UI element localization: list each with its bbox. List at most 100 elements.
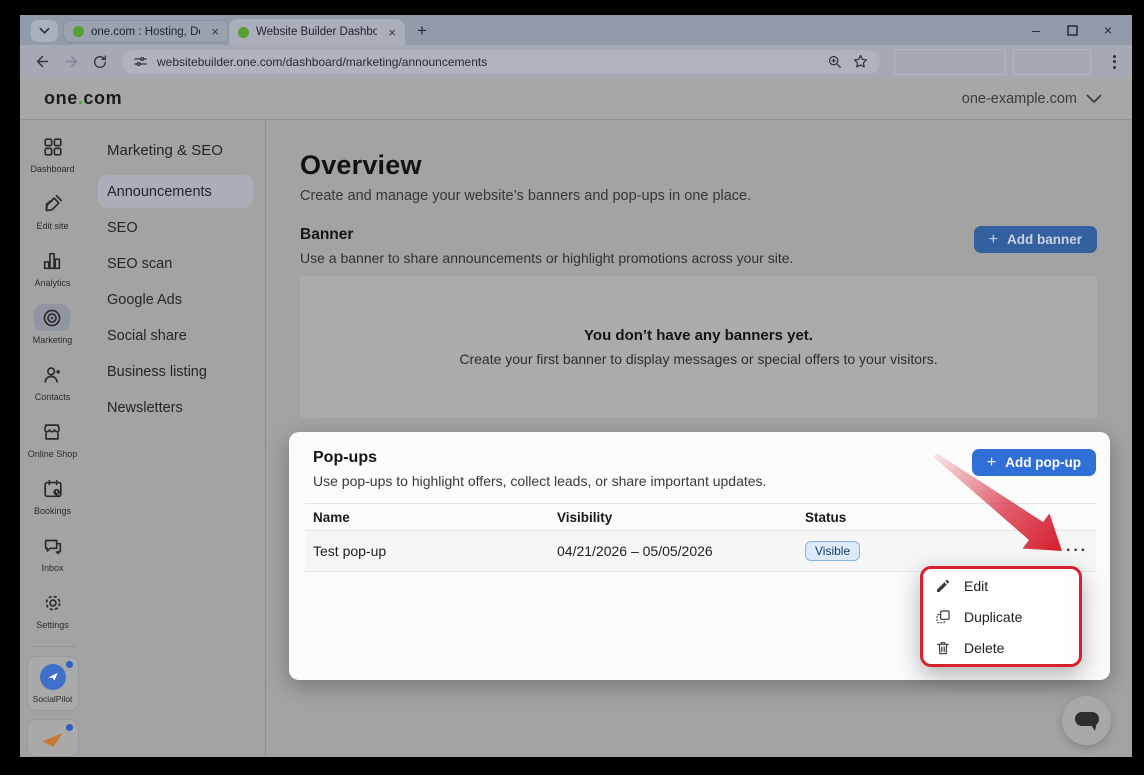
domain-selector[interactable]: one-example.com bbox=[962, 91, 1102, 107]
sidebar-item-label: Bookings bbox=[34, 506, 71, 516]
page-body: Dashboard Edit site Analytics Marketing … bbox=[20, 120, 1132, 757]
notification-dot bbox=[66, 661, 73, 668]
tab-close-icon[interactable]: × bbox=[211, 24, 219, 39]
tab-one-com-hosting[interactable]: one.com : Hosting, Domain, Em × bbox=[63, 20, 229, 43]
tab-close-icon[interactable]: × bbox=[388, 25, 396, 40]
menu-item-label: Duplicate bbox=[964, 609, 1022, 625]
plus-icon: + bbox=[987, 454, 996, 472]
banner-section-header: Banner Use a banner to share announcemen… bbox=[300, 226, 1097, 266]
browser-toolbar: websitebuilder.one.com/dashboard/marketi… bbox=[20, 45, 1132, 78]
trash-icon bbox=[935, 640, 951, 656]
sidebar-item-contacts[interactable]: Contacts bbox=[35, 361, 71, 402]
settings-gear-icon bbox=[42, 592, 64, 614]
subnav-item-newsletters[interactable]: Newsletters bbox=[98, 391, 253, 424]
subnav-item-business-listing[interactable]: Business listing bbox=[98, 355, 253, 388]
contacts-icon bbox=[42, 364, 64, 386]
forward-button[interactable] bbox=[59, 50, 83, 74]
add-popup-button[interactable]: + Add pop-up bbox=[972, 449, 1096, 476]
site-settings-icon bbox=[133, 54, 148, 69]
menu-item-label: Edit bbox=[964, 578, 988, 594]
marketing-active-highlight bbox=[34, 304, 70, 331]
maximize-button[interactable] bbox=[1054, 15, 1090, 45]
subnav-item-social-share[interactable]: Social share bbox=[98, 319, 253, 352]
row-actions-menu-button[interactable]: ··· bbox=[1066, 542, 1096, 560]
table-header-row: Name Visibility Status bbox=[305, 503, 1096, 531]
chevron-down-icon bbox=[39, 27, 50, 35]
browser-window: one.com : Hosting, Domain, Em × Website … bbox=[20, 15, 1132, 757]
sidebar-item-online-shop[interactable]: Online Shop bbox=[28, 418, 78, 459]
sidebar-divider bbox=[30, 646, 76, 647]
subnav-item-seo[interactable]: SEO bbox=[98, 211, 253, 244]
address-bar[interactable]: websitebuilder.one.com/dashboard/marketi… bbox=[122, 50, 880, 74]
browser-menu-button[interactable] bbox=[1107, 51, 1122, 73]
close-button[interactable]: × bbox=[1090, 15, 1126, 45]
maximize-icon bbox=[1067, 25, 1078, 36]
zoom-icon[interactable] bbox=[827, 54, 843, 70]
tab-label: one.com : Hosting, Domain, Em bbox=[91, 26, 200, 38]
tab-website-builder-dashboard[interactable]: Website Builder Dashboard × bbox=[229, 19, 405, 45]
secondary-sidebar: Marketing & SEO Announcements SEO SEO sc… bbox=[85, 120, 266, 757]
dashboard-icon bbox=[42, 136, 64, 158]
sidebar-item-bookings[interactable]: Bookings bbox=[34, 475, 71, 516]
site-header: one.com one-example.com bbox=[20, 78, 1132, 120]
duplicate-icon bbox=[935, 609, 951, 625]
banner-empty-state: You don’t have any banners yet. Create y… bbox=[300, 276, 1097, 418]
edit-site-icon bbox=[42, 193, 64, 215]
browser-tab-bar: one.com : Hosting, Domain, Em × Website … bbox=[20, 15, 1132, 45]
page-title: Overview bbox=[300, 150, 1097, 181]
sidebar-item-label: Online Shop bbox=[28, 449, 78, 459]
banner-heading: Banner bbox=[300, 226, 793, 244]
reload-button[interactable] bbox=[88, 50, 112, 74]
row-actions-context-menu: Edit Duplicate Delete bbox=[920, 566, 1082, 667]
column-header-status: Status bbox=[805, 510, 1096, 525]
popups-table: Name Visibility Status Test pop-up 04/21… bbox=[305, 503, 1096, 572]
tab-search-button[interactable] bbox=[31, 20, 58, 42]
popups-heading: Pop-ups bbox=[313, 449, 766, 467]
logo-text: one bbox=[44, 88, 78, 108]
sidebar-item-socialpilot[interactable]: SocialPilot bbox=[27, 656, 79, 711]
socialpilot-logo-icon bbox=[40, 664, 66, 690]
sidebar-item-label: Edit site bbox=[36, 221, 68, 231]
sidebar-item-label: SocialPilot bbox=[33, 694, 73, 704]
primary-sidebar: Dashboard Edit site Analytics Marketing … bbox=[20, 120, 85, 757]
menu-item-label: Delete bbox=[964, 640, 1004, 656]
pencil-icon bbox=[935, 578, 951, 594]
bookmark-star-icon[interactable] bbox=[852, 53, 869, 70]
page-subtitle: Create and manage your website’s banners… bbox=[300, 188, 1097, 204]
popup-visibility-dates: 04/21/2026 – 05/05/2026 bbox=[557, 543, 805, 559]
marketing-icon bbox=[41, 307, 63, 329]
inbox-icon bbox=[42, 535, 64, 557]
menu-item-edit[interactable]: Edit bbox=[923, 570, 1079, 601]
plus-icon: + bbox=[989, 231, 998, 249]
add-banner-button[interactable]: + Add banner bbox=[974, 226, 1097, 253]
reload-icon bbox=[92, 54, 108, 70]
sidebar-item-edit-site[interactable]: Edit site bbox=[35, 190, 71, 231]
sidebar-item-label: Dashboard bbox=[30, 164, 74, 174]
sidebar-item-analytics[interactable]: Analytics bbox=[34, 247, 70, 288]
minimize-button[interactable]: – bbox=[1018, 15, 1054, 45]
menu-item-delete[interactable]: Delete bbox=[923, 632, 1079, 663]
empty-state-description: Create your first banner to display mess… bbox=[459, 351, 937, 367]
chat-widget-button[interactable] bbox=[1062, 696, 1111, 745]
sidebar-item-label: Settings bbox=[36, 620, 69, 630]
subnav-item-announcements[interactable]: Announcements bbox=[98, 175, 253, 208]
subnav-item-seo-scan[interactable]: SEO scan bbox=[98, 247, 253, 280]
sidebar-item-label: Marketing bbox=[33, 335, 73, 345]
column-header-visibility: Visibility bbox=[557, 510, 805, 525]
sidebar-item-label: Contacts bbox=[35, 392, 71, 402]
sidebar-item-inbox[interactable]: Inbox bbox=[35, 532, 71, 573]
new-tab-button[interactable]: + bbox=[417, 22, 427, 39]
chevron-down-icon bbox=[1086, 94, 1102, 104]
menu-item-duplicate[interactable]: Duplicate bbox=[923, 601, 1079, 632]
subnav-item-google-ads[interactable]: Google Ads bbox=[98, 283, 253, 316]
sidebar-item-dashboard[interactable]: Dashboard bbox=[30, 133, 74, 174]
sidebar-item-settings[interactable]: Settings bbox=[35, 589, 71, 630]
url-text[interactable]: websitebuilder.one.com/dashboard/marketi… bbox=[157, 55, 818, 69]
forward-icon bbox=[63, 53, 80, 70]
back-button[interactable] bbox=[30, 50, 54, 74]
sidebar-item-partial-app[interactable] bbox=[27, 719, 79, 757]
empty-state-title: You don’t have any banners yet. bbox=[584, 327, 813, 344]
sidebar-item-marketing[interactable]: Marketing bbox=[33, 304, 73, 345]
chat-bubble-icon bbox=[1074, 710, 1100, 732]
screenshot-root: one.com : Hosting, Domain, Em × Website … bbox=[0, 0, 1144, 775]
